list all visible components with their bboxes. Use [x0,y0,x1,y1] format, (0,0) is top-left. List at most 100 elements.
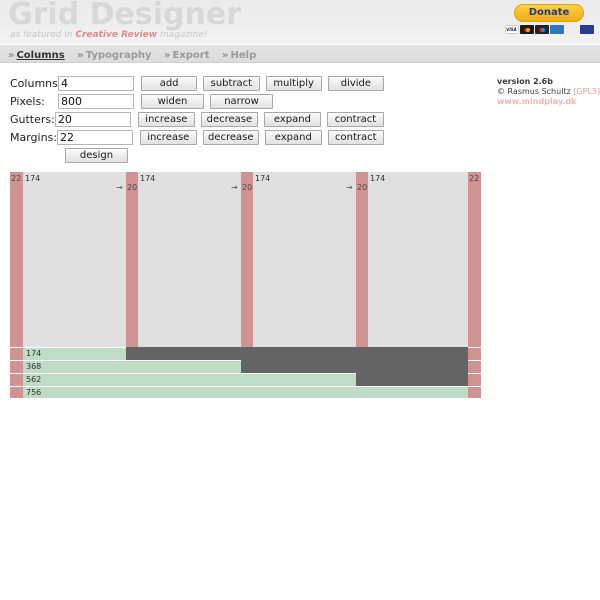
pixels-narrow-button[interactable]: narrow [210,94,273,109]
measure-fill [10,373,356,386]
gutters-expand-button[interactable]: expand [263,112,321,127]
copyright-line: © Rasmus Schultz [GPL3] [497,87,600,97]
measure-label-1: 174 [26,349,42,358]
measure-margin-left [10,347,23,360]
mastercard-icon [519,25,534,34]
donate-button[interactable]: Donate [513,4,585,22]
gutters-contract-button[interactable]: contract [326,112,384,127]
pixels-control-row: Pixels: widen narrow [10,93,390,110]
measure-label-3: 562 [26,375,42,384]
measure-row[interactable]: 368 [10,360,481,373]
measure-label-2: 368 [26,362,42,371]
measure-margin-right [468,386,481,398]
visa-icon: VISA [504,25,519,34]
website-link[interactable]: www.mindplay.dk [497,97,600,107]
measure-margin-left [10,386,23,398]
discover-icon [564,25,579,34]
grid-column-3: 174 [253,172,356,347]
columns-divide-button[interactable]: divide [327,76,384,91]
grid-column-2: 174 [138,172,241,347]
pixels-input[interactable] [58,94,134,109]
nav-item-columns[interactable]: » Columns [8,50,65,61]
donate-widget: Donate VISA [502,4,596,34]
margin-left-label: 22 [11,174,22,183]
gutter-arrow-1: → [116,183,123,192]
maestro-icon [534,25,549,34]
gutter-3-label: 20 [357,183,368,192]
gutters-decrease-button[interactable]: decrease [200,112,258,127]
columns-control-row: Columns: add subtract multiply divide [10,75,390,92]
grid-gutter-2: 20 [241,172,253,347]
measure-row[interactable]: 174 [10,347,481,360]
margins-label: Margins: [10,131,58,144]
margins-expand-button[interactable]: expand [265,130,322,145]
measure-label-4: 756 [26,388,42,397]
design-control-row: design [10,147,390,164]
columns-add-button[interactable]: add [141,76,198,91]
app-header: Grid Designer as featured in Creative Re… [0,0,600,45]
pixels-widen-button[interactable]: widen [141,94,204,109]
margins-control-row: Margins: increase decrease expand contra… [10,129,390,146]
grid-column-1: 174 [23,172,126,347]
measure-row[interactable]: 756 [10,386,481,398]
gutter-1-label: 20 [127,183,138,192]
margin-right-label: 22 [469,174,480,183]
measure-margin-right [468,373,481,386]
gutters-control-row: Gutters: increase decrease expand contra… [10,111,390,128]
pixels-label: Pixels: [10,95,45,108]
nav-item-help[interactable]: » Help [222,50,256,61]
gutters-input[interactable] [54,112,131,127]
columns-label: Columns: [10,77,62,90]
chevron-icon: » [8,50,15,61]
columns-multiply-button[interactable]: multiply [265,76,322,91]
gutter-2-label: 20 [242,183,253,192]
measure-margin-left [10,360,23,373]
measure-fill [10,386,471,398]
grid-gutter-1: 20 [126,172,138,347]
tagline-post: magazine! [157,30,208,40]
margins-decrease-button[interactable]: decrease [202,130,260,145]
measure-row[interactable]: 562 [10,373,481,386]
main-navigation: » Columns » Typography » Export » Help [0,45,600,63]
gutters-increase-button[interactable]: increase [137,112,195,127]
accepted-cards-strip: VISA [502,25,596,34]
column-4-label: 174 [370,174,386,183]
tagline-brand: Creative Review [75,30,158,40]
margins-contract-button[interactable]: contract [327,130,385,145]
measure-margin-right [468,360,481,373]
grid-gutter-3: 20 [356,172,368,347]
tagline: as featured in Creative Review magazine! [10,30,208,40]
nav-label: Columns [16,50,65,61]
columns-input[interactable] [58,76,134,91]
copyright-text: © Rasmus Schultz [497,87,574,96]
grid-preview[interactable]: 22 174 → 20 174 → 20 174 → 20 174 22 174 [10,172,481,398]
margins-input[interactable] [57,130,134,145]
chevron-icon: » [222,50,229,61]
nav-item-export[interactable]: » Export [164,50,210,61]
other-card-icon [579,25,594,34]
chevron-icon: » [77,50,84,61]
grid-column-4: 174 [368,172,471,347]
margins-increase-button[interactable]: increase [140,130,197,145]
design-button[interactable]: design [65,148,128,163]
gutter-arrow-2: → [231,183,238,192]
nav-label: Export [172,50,210,61]
gutters-label: Gutters: [10,113,55,126]
measure-fill [10,360,241,373]
version-info: version 2.6b © Rasmus Schultz [GPL3] www… [497,77,600,107]
column-1-label: 174 [25,174,41,183]
measure-margin-left [10,373,23,386]
columns-subtract-button[interactable]: subtract [203,76,260,91]
version-number: version 2.6b [497,77,553,86]
grid-margin-right: 22 [468,172,481,347]
column-3-label: 174 [255,174,271,183]
nav-label: Typography [85,50,152,61]
column-2-label: 174 [140,174,156,183]
nav-item-typography[interactable]: » Typography [77,50,151,61]
license-link[interactable]: [GPL3] [573,87,600,96]
page-title: Grid Designer [8,0,241,32]
grid-controls-panel: Columns: add subtract multiply divide Pi… [10,75,390,165]
tagline-pre: as featured in [10,30,76,40]
grid-margin-left: 22 [10,172,23,347]
chevron-icon: » [164,50,171,61]
